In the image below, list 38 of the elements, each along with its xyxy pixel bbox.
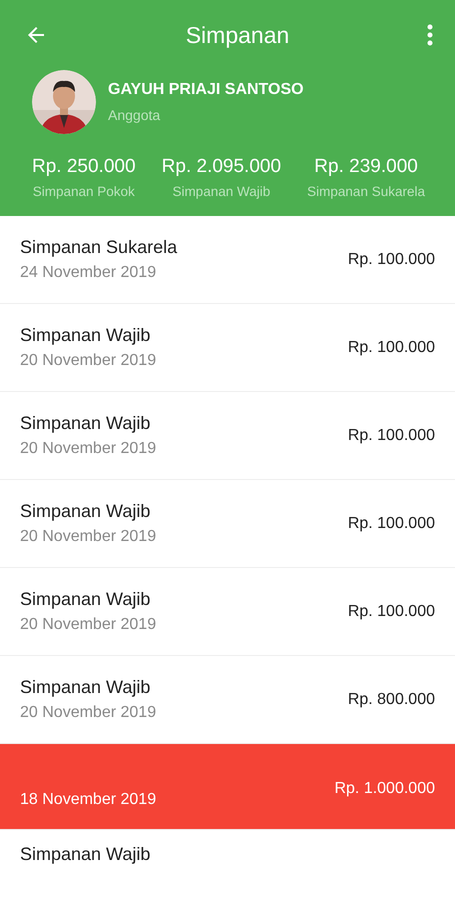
- transaction-title: Simpanan Sukarela: [20, 237, 178, 258]
- screen-title: Simpanan: [184, 22, 290, 48]
- balance-amount: Rp. 250.000: [32, 156, 136, 178]
- transaction-row[interactable]: Simpanan Wajib 20 November 2019 Rp. 100.000: [0, 304, 455, 392]
- transaction-title: Simpanan Wajib: [20, 501, 152, 522]
- balance-amount: Rp. 2.095.000: [162, 156, 282, 178]
- transaction-date: 18 November 2019: [20, 791, 156, 809]
- transaction-date: 20 November 2019: [20, 616, 156, 634]
- transaction-row[interactable]: Simpanan Wajib 20 November 2019 Rp. 100.000: [0, 480, 455, 568]
- transaction-date: 20 November 2019: [20, 704, 156, 722]
- balance-label: Simpanan Wajib: [172, 184, 270, 199]
- transaction-title: Simpanan Wajib: [20, 325, 152, 346]
- transaction-date: 20 November 2019: [20, 528, 156, 546]
- balance-amount: Rp. 239.000: [314, 156, 418, 178]
- transaction-row[interactable]: 18 November 2019 Rp. 1.000.000: [0, 744, 455, 830]
- transaction-date: 24 November 2019: [20, 264, 158, 282]
- balance-label: Simpanan Sukarela: [307, 184, 425, 199]
- transaction-amount: Rp. 100.000: [348, 426, 435, 444]
- transaction-row[interactable]: Simpanan Sukarela 24 November 2019 Rp. 100.000: [0, 216, 455, 304]
- transaction-title: Simpanan Wajib: [20, 677, 152, 698]
- balance-label: Simpanan Pokok: [32, 184, 135, 199]
- transaction-amount: Rp. 100.000: [348, 250, 435, 268]
- transaction-title: Simpanan Wajib: [20, 413, 152, 434]
- transaction-row[interactable]: Simpanan Wajib 20 November 2019 Rp. 100.000: [0, 392, 455, 480]
- more-menu-icon[interactable]: [427, 24, 433, 46]
- transaction-date: 20 November 2019: [20, 440, 156, 458]
- transaction-title: Simpanan Wajib: [20, 589, 152, 610]
- transaction-amount: Rp. 100.000: [348, 338, 435, 356]
- transaction-row[interactable]: Simpanan Wajib 20 November 2019 Rp. 100.000: [0, 568, 455, 656]
- transaction-amount: Rp. 1.000.000: [334, 780, 435, 798]
- transaction-amount: Rp. 100.000: [348, 602, 435, 620]
- transaction-title: Simpanan Wajib: [20, 844, 150, 865]
- member-name: GAYUH PRIAJI SANTOSO: [108, 81, 304, 99]
- transaction-amount: Rp. 100.000: [348, 514, 435, 532]
- member-role: Anggota: [108, 107, 162, 123]
- transaction-row[interactable]: Simpanan Wajib: [0, 830, 455, 900]
- transaction-amount: Rp. 800.000: [348, 690, 435, 708]
- transaction-date: 20 November 2019: [20, 352, 156, 370]
